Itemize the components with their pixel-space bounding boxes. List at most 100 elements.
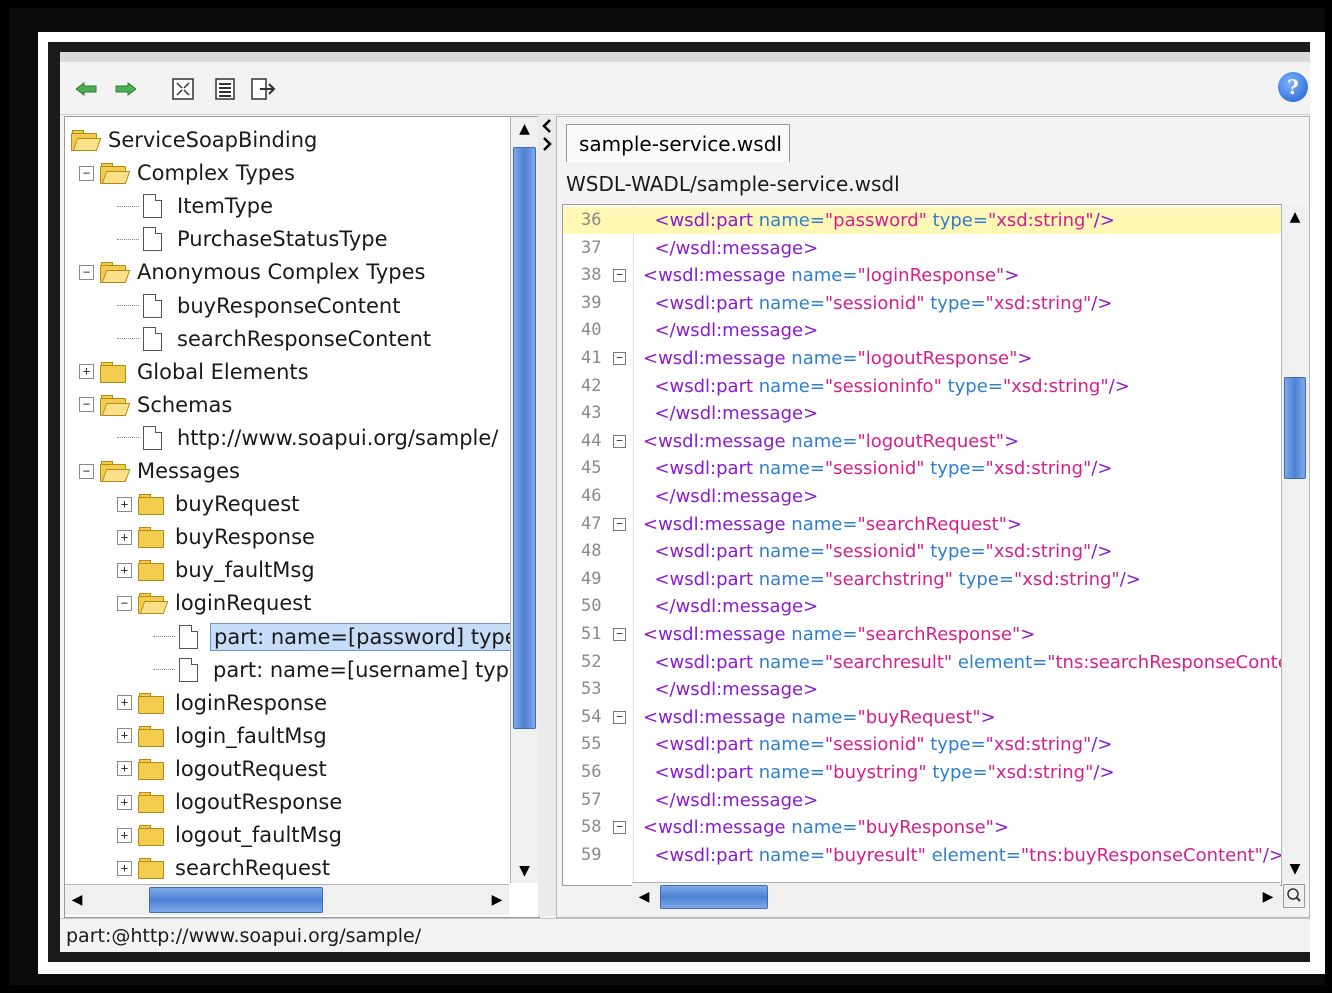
- scroll-thumb[interactable]: [1284, 377, 1306, 479]
- fold-icon[interactable]: −: [613, 434, 626, 448]
- code-line[interactable]: 39 <wsdl:part name="sessionid" type="xsd…: [563, 290, 1281, 317]
- expand-icon[interactable]: +: [117, 728, 132, 744]
- scroll-thumb[interactable]: [149, 887, 323, 913]
- tree-item[interactable]: ServiceSoapBinding: [71, 125, 320, 155]
- tree-item[interactable]: + login_faultMsg: [117, 721, 330, 751]
- code-line[interactable]: 52 <wsdl:part name="searchresult" elemen…: [563, 649, 1281, 676]
- scroll-thumb[interactable]: [660, 885, 768, 909]
- tree-item[interactable]: part: name=[password] type=: [153, 622, 539, 652]
- scroll-down-arrow[interactable]: ▼: [511, 859, 538, 883]
- tree-item[interactable]: + logout_faultMsg: [117, 820, 345, 850]
- expand-icon[interactable]: +: [117, 761, 132, 777]
- code-line[interactable]: 45 <wsdl:part name="sessionid" type="xsd…: [563, 455, 1281, 482]
- expand-icon[interactable]: +: [117, 529, 132, 545]
- collapse-icon[interactable]: −: [117, 595, 132, 611]
- tree-item[interactable]: PurchaseStatusType: [117, 224, 391, 254]
- tree-item[interactable]: + searchRequest: [117, 853, 333, 883]
- scroll-left-arrow[interactable]: ◀: [632, 883, 656, 911]
- scroll-left-arrow[interactable]: ◀: [65, 885, 89, 915]
- tree-vertical-scrollbar[interactable]: ▲ ▼: [510, 117, 538, 883]
- expand-icon[interactable]: +: [117, 496, 132, 512]
- code-line[interactable]: 58− <wsdl:message name="buyResponse">: [563, 814, 1281, 841]
- expand-icon[interactable]: [170, 76, 196, 102]
- scroll-right-arrow[interactable]: ▶: [485, 885, 509, 915]
- code-line[interactable]: 38− <wsdl:message name="loginResponse">: [563, 262, 1281, 289]
- code-line[interactable]: 59 <wsdl:part name="buyresult" element="…: [563, 842, 1281, 869]
- scroll-right-arrow[interactable]: ▶: [1256, 883, 1280, 911]
- scroll-thumb[interactable]: [513, 147, 536, 729]
- tree-item[interactable]: http://www.soapui.org/sample/: [117, 423, 501, 453]
- code-line[interactable]: 41− <wsdl:message name="logoutResponse">: [563, 345, 1281, 372]
- fold-icon[interactable]: −: [613, 352, 626, 365]
- panel-splitter[interactable]: [538, 116, 556, 916]
- code-line[interactable]: 44− <wsdl:message name="logoutRequest">: [563, 428, 1281, 455]
- tree-item[interactable]: part: name=[username] type=: [153, 655, 539, 685]
- tree-item[interactable]: + logoutRequest: [117, 754, 330, 784]
- code-line[interactable]: 49 <wsdl:part name="searchstring" type="…: [563, 566, 1281, 593]
- tree-horizontal-scrollbar[interactable]: ◀ ▶: [65, 884, 509, 915]
- fold-icon[interactable]: −: [613, 710, 626, 724]
- code-line[interactable]: 43 </wsdl:message>: [563, 400, 1281, 427]
- scroll-up-arrow[interactable]: ▲: [1282, 205, 1308, 229]
- code-line[interactable]: 47− <wsdl:message name="searchRequest">: [563, 511, 1281, 538]
- help-icon[interactable]: ?: [1278, 72, 1308, 102]
- code-line[interactable]: 40 </wsdl:message>: [563, 317, 1281, 344]
- code-line[interactable]: 37 </wsdl:message>: [563, 235, 1281, 262]
- code-line[interactable]: 55 <wsdl:part name="sessionid" type="xsd…: [563, 731, 1281, 758]
- collapse-icon[interactable]: −: [79, 264, 94, 280]
- fold-icon[interactable]: −: [613, 628, 626, 641]
- code-line[interactable]: 51− <wsdl:message name="searchResponse">: [563, 621, 1281, 648]
- zoom-corner-icon[interactable]: [1283, 884, 1305, 908]
- folder-open-icon: [71, 130, 102, 151]
- code-editor[interactable]: 36 <wsdl:part name="password" type="xsd:…: [562, 204, 1282, 886]
- back-arrow-icon[interactable]: [74, 76, 100, 102]
- code-text: <wsdl:part name="password" type="xsd:str…: [643, 210, 1115, 231]
- tab-sample-service-wsdl[interactable]: sample-service.wsdl: [566, 124, 790, 162]
- tree-item-label: loginRequest: [175, 591, 312, 616]
- expand-icon[interactable]: +: [117, 794, 132, 810]
- folder-icon: [138, 494, 164, 516]
- collapse-icon[interactable]: −: [79, 165, 94, 181]
- fold-icon[interactable]: −: [613, 517, 626, 531]
- fold-icon[interactable]: −: [613, 821, 626, 835]
- tree-item[interactable]: + buyResponse: [117, 522, 318, 552]
- code-line[interactable]: 42 <wsdl:part name="sessioninfo" type="x…: [563, 373, 1281, 400]
- code-line[interactable]: 50 </wsdl:message>: [563, 593, 1281, 620]
- expand-icon[interactable]: +: [117, 860, 132, 876]
- scroll-up-arrow[interactable]: ▲: [511, 117, 538, 141]
- code-line[interactable]: 53 </wsdl:message>: [563, 676, 1281, 703]
- tree-item[interactable]: − Schemas: [79, 390, 235, 420]
- expand-icon[interactable]: +: [79, 364, 94, 380]
- code-line[interactable]: 46 </wsdl:message>: [563, 483, 1281, 510]
- collapse-icon[interactable]: −: [79, 463, 94, 479]
- tree-item[interactable]: + loginResponse: [117, 688, 330, 718]
- tree-item-label: buy_faultMsg: [175, 558, 315, 583]
- tree-item[interactable]: ItemType: [117, 191, 276, 221]
- code-line[interactable]: 48 <wsdl:part name="sessionid" type="xsd…: [563, 538, 1281, 565]
- expand-icon[interactable]: +: [117, 562, 132, 578]
- code-line[interactable]: 36 <wsdl:part name="password" type="xsd:…: [563, 207, 1281, 234]
- editor-horizontal-scrollbar[interactable]: ◀ ▶: [632, 882, 1280, 911]
- tree-item[interactable]: − Messages: [79, 456, 243, 486]
- tree-item[interactable]: + buyRequest: [117, 489, 302, 519]
- scroll-down-arrow[interactable]: ▼: [1282, 857, 1308, 881]
- code-line[interactable]: 56 <wsdl:part name="buystring" type="xsd…: [563, 759, 1281, 786]
- code-line[interactable]: 54− <wsdl:message name="buyRequest">: [563, 704, 1281, 731]
- export-icon[interactable]: [250, 76, 276, 102]
- editor-vertical-scrollbar[interactable]: ▲ ▼: [1281, 205, 1308, 881]
- forward-arrow-icon[interactable]: [112, 76, 138, 102]
- tree-item[interactable]: buyResponseContent: [117, 291, 403, 321]
- collapse-icon[interactable]: −: [79, 397, 94, 413]
- list-icon[interactable]: [212, 76, 238, 102]
- tree-item[interactable]: searchResponseContent: [117, 324, 434, 354]
- expand-icon[interactable]: +: [117, 827, 132, 843]
- tree-item[interactable]: − Complex Types: [79, 158, 298, 188]
- tree-item[interactable]: − loginRequest: [117, 588, 314, 618]
- tree-item[interactable]: + logoutResponse: [117, 787, 345, 817]
- tree-item[interactable]: + buy_faultMsg: [117, 555, 318, 585]
- tree-item[interactable]: + Global Elements: [79, 357, 312, 387]
- expand-icon[interactable]: +: [117, 695, 132, 711]
- code-line[interactable]: 57 </wsdl:message>: [563, 787, 1281, 814]
- fold-icon[interactable]: −: [613, 269, 626, 283]
- tree-item[interactable]: − Anonymous Complex Types: [79, 257, 428, 287]
